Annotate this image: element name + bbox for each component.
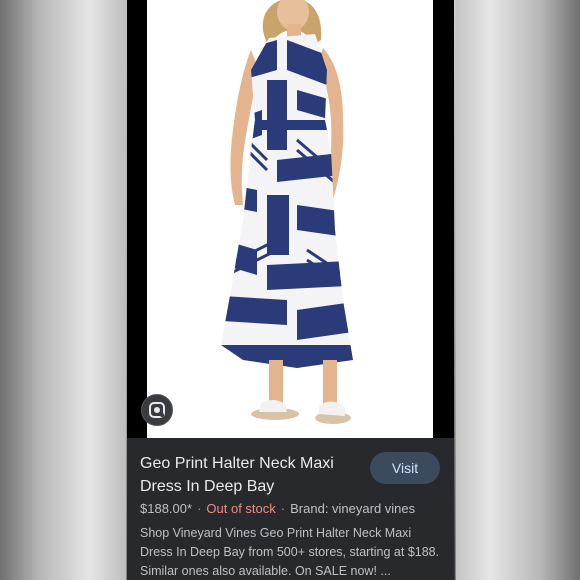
product-photo[interactable]: [147, 0, 433, 438]
stock-status: Out of stock: [206, 501, 276, 516]
dress-model-illustration: [221, 0, 353, 424]
separator-dot: ·: [197, 501, 202, 516]
product-meta-row: $188.00* · Out of stock · Brand: vineyard vi…: [140, 501, 450, 516]
google-lens-icon[interactable]: [141, 394, 173, 426]
product-description: Shop Vineyard Vines Geo Print Halter Nec…: [140, 526, 440, 578]
separator-dot: ·: [280, 501, 286, 516]
visit-button[interactable]: Visit: [370, 452, 440, 484]
price-label: $188.00*: [140, 501, 193, 516]
product-image-area: [127, 0, 454, 438]
product-info-panel: Geo Print Halter Neck Maxi Dress In Deep…: [127, 438, 454, 580]
brand-label: Brand: vineyard vines: [290, 501, 416, 516]
search-result-card: Geo Print Halter Neck Maxi Dress In Deep…: [127, 0, 454, 580]
product-title[interactable]: Geo Print Halter Neck Maxi Dress In Deep…: [140, 452, 360, 498]
